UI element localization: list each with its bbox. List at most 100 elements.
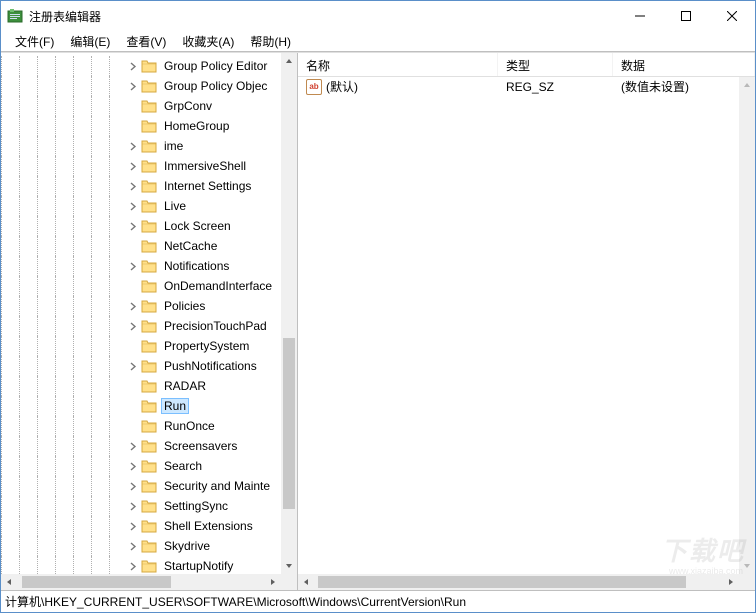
scroll-up-icon[interactable] — [281, 53, 297, 69]
tree-item[interactable]: HomeGroup — [1, 116, 281, 136]
chevron-right-icon[interactable] — [127, 440, 139, 452]
tree-item[interactable]: SettingSync — [1, 496, 281, 516]
chevron-right-icon[interactable] — [127, 500, 139, 512]
tree-item[interactable]: GrpConv — [1, 96, 281, 116]
vscroll-track[interactable] — [281, 69, 297, 558]
tree-item[interactable]: Run — [1, 396, 281, 416]
tree-hscrollbar[interactable] — [1, 574, 281, 590]
chevron-right-icon[interactable] — [127, 560, 139, 572]
chevron-right-icon[interactable] — [127, 360, 139, 372]
chevron-right-icon[interactable] — [127, 180, 139, 192]
list-body[interactable]: ab(默认)REG_SZ(数值未设置) — [298, 77, 739, 574]
tree-item[interactable]: PrecisionTouchPad — [1, 316, 281, 336]
scroll-right-icon[interactable] — [265, 574, 281, 590]
scroll-left-icon[interactable] — [298, 574, 314, 590]
chevron-right-icon[interactable] — [127, 480, 139, 492]
scroll-down-icon[interactable] — [281, 558, 297, 574]
hscroll-thumb[interactable] — [318, 576, 686, 588]
tree-item-label: Run — [161, 398, 189, 414]
tree-item[interactable]: Group Policy Objec — [1, 76, 281, 96]
tree-item[interactable]: RunOnce — [1, 416, 281, 436]
menu-file[interactable]: 文件(F) — [7, 31, 62, 52]
scroll-corner — [739, 574, 755, 590]
vscroll-track[interactable] — [739, 93, 755, 558]
string-value-icon: ab — [306, 79, 322, 95]
tree-item[interactable]: ime — [1, 136, 281, 156]
tree-item-label: RADAR — [161, 378, 209, 394]
statusbar: 计算机\HKEY_CURRENT_USER\SOFTWARE\Microsoft… — [1, 590, 755, 612]
tree-item[interactable]: Search — [1, 456, 281, 476]
hscroll-thumb[interactable] — [22, 576, 171, 588]
chevron-right-icon[interactable] — [127, 80, 139, 92]
list-row[interactable]: ab(默认)REG_SZ(数值未设置) — [298, 77, 739, 96]
chevron-right-icon[interactable] — [127, 220, 139, 232]
tree-item[interactable]: Shell Extensions — [1, 516, 281, 536]
tree-item[interactable]: Group Policy Editor — [1, 56, 281, 76]
scroll-right-icon[interactable] — [723, 574, 739, 590]
column-header-data[interactable]: 数据 — [613, 53, 755, 76]
hscroll-track[interactable] — [314, 574, 723, 590]
tree-item[interactable]: OnDemandInterface — [1, 276, 281, 296]
tree-item[interactable]: PropertySystem — [1, 336, 281, 356]
close-button[interactable] — [709, 1, 755, 31]
tree-item[interactable]: Notifications — [1, 256, 281, 276]
tree-vscrollbar[interactable] — [281, 53, 297, 574]
tree-spacer — [127, 280, 139, 292]
tree-item-label: ime — [161, 138, 186, 154]
chevron-right-icon[interactable] — [127, 160, 139, 172]
menu-edit[interactable]: 编辑(E) — [62, 31, 118, 52]
tree-item[interactable]: StartupNotify — [1, 556, 281, 574]
column-header-name[interactable]: 名称 — [298, 53, 498, 76]
tree-item[interactable]: Internet Settings — [1, 176, 281, 196]
folder-icon — [141, 399, 157, 413]
column-header-type[interactable]: 类型 — [498, 53, 613, 76]
chevron-right-icon[interactable] — [127, 320, 139, 332]
tree-item-label: OnDemandInterface — [161, 278, 275, 294]
tree-item[interactable]: Policies — [1, 296, 281, 316]
scroll-corner — [281, 574, 297, 590]
chevron-right-icon[interactable] — [127, 540, 139, 552]
folder-icon — [141, 499, 157, 513]
tree-item[interactable]: PushNotifications — [1, 356, 281, 376]
tree-item[interactable]: Lock Screen — [1, 216, 281, 236]
tree-item[interactable]: Skydrive — [1, 536, 281, 556]
scroll-up-icon[interactable] — [739, 77, 755, 93]
folder-icon — [141, 359, 157, 373]
list-vscrollbar[interactable] — [739, 77, 755, 574]
tree-item[interactable]: Security and Mainte — [1, 476, 281, 496]
tree-item[interactable]: RADAR — [1, 376, 281, 396]
window-title: 注册表编辑器 — [29, 8, 617, 25]
tree-item[interactable]: Live — [1, 196, 281, 216]
menu-help[interactable]: 帮助(H) — [242, 31, 299, 52]
regedit-icon — [7, 8, 23, 24]
list-hscrollbar[interactable] — [298, 574, 739, 590]
tree-scroll-area[interactable]: Group Policy EditorGroup Policy ObjecGrp… — [1, 53, 281, 574]
tree-item-label: Screensavers — [161, 438, 240, 454]
chevron-right-icon[interactable] — [127, 260, 139, 272]
vscroll-thumb[interactable] — [283, 338, 295, 509]
tree-item[interactable]: ImmersiveShell — [1, 156, 281, 176]
hscroll-track[interactable] — [17, 574, 265, 590]
chevron-right-icon[interactable] — [127, 300, 139, 312]
folder-icon — [141, 299, 157, 313]
tree-item-label: HomeGroup — [161, 118, 232, 134]
scroll-down-icon[interactable] — [739, 558, 755, 574]
tree-item-label: SettingSync — [161, 498, 231, 514]
chevron-right-icon[interactable] — [127, 140, 139, 152]
chevron-right-icon[interactable] — [127, 200, 139, 212]
folder-icon — [141, 439, 157, 453]
scroll-left-icon[interactable] — [1, 574, 17, 590]
folder-icon — [141, 279, 157, 293]
folder-icon — [141, 339, 157, 353]
menu-favorites[interactable]: 收藏夹(A) — [174, 31, 242, 52]
chevron-right-icon[interactable] — [127, 520, 139, 532]
chevron-right-icon[interactable] — [127, 460, 139, 472]
tree-item[interactable]: Screensavers — [1, 436, 281, 456]
maximize-button[interactable] — [663, 1, 709, 31]
folder-icon — [141, 219, 157, 233]
folder-icon — [141, 239, 157, 253]
tree-item[interactable]: NetCache — [1, 236, 281, 256]
chevron-right-icon[interactable] — [127, 60, 139, 72]
minimize-button[interactable] — [617, 1, 663, 31]
menu-view[interactable]: 查看(V) — [118, 31, 174, 52]
